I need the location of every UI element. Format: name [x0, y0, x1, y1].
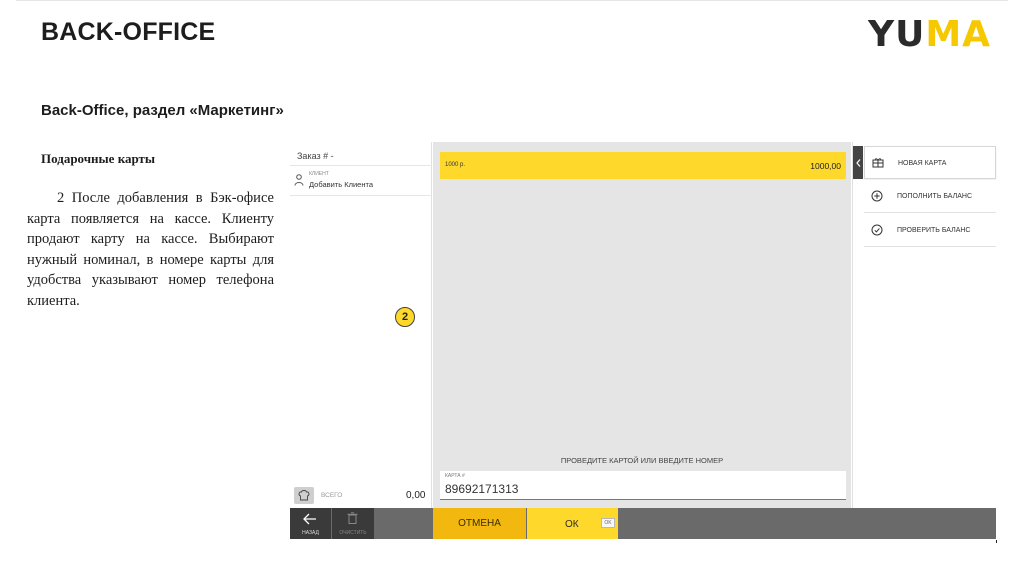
edge-mark — [996, 540, 997, 543]
card-number-input[interactable] — [445, 482, 835, 496]
clear-button[interactable]: ОЧИСТИТЬ — [332, 508, 374, 539]
ok-button[interactable]: ОК OK — [527, 508, 618, 539]
logo-part-dark: YU — [868, 14, 926, 55]
total-value: 0,00 — [406, 490, 426, 501]
slide-title: BACK-OFFICE — [41, 18, 216, 46]
menu-label: НОВАЯ КАРТА — [898, 160, 947, 167]
clear-label: ОЧИСТИТЬ — [339, 530, 367, 536]
menu-label: ПОПОЛНИТЬ БАЛАНС — [897, 193, 973, 200]
card-number-caption: КАРТА # — [445, 473, 465, 479]
arrow-left-icon — [303, 513, 316, 525]
person-icon — [294, 174, 304, 186]
gift-card-panel: 1000 р. 1000,00 ПРОВЕДИТЕ КАРТОЙ ИЛИ ВВЕ… — [433, 142, 851, 508]
add-client-button[interactable]: КЛИЕНТ Добавить Клиента — [290, 168, 432, 194]
menu-check-balance[interactable]: ПРОВЕРИТЬ БАЛАНС — [864, 214, 996, 247]
chef-hat-icon[interactable] — [294, 487, 314, 504]
order-title: Заказ # - — [297, 151, 334, 161]
chevron-left-icon — [855, 158, 860, 167]
menu-label: ПРОВЕРИТЬ БАЛАНС — [897, 227, 971, 234]
bottom-toolbar: НАЗАД ОЧИСТИТЬ ОТМЕНА ОК OK — [290, 508, 996, 539]
top-divider — [16, 0, 1008, 1]
total-label: ВСЕГО — [321, 492, 343, 499]
gift-card-name: 1000 р. — [445, 162, 466, 168]
yuma-logo: YUMA — [868, 14, 991, 55]
gift-card-icon — [872, 158, 884, 168]
cancel-button[interactable]: ОТМЕНА — [433, 508, 526, 539]
menu-new-card[interactable]: НОВАЯ КАРТА — [864, 146, 996, 179]
gift-card-item[interactable]: 1000 р. 1000,00 — [440, 152, 846, 179]
divider — [290, 165, 432, 166]
plus-circle-icon — [871, 190, 883, 202]
collapse-tab[interactable] — [853, 146, 863, 179]
back-button[interactable]: НАЗАД — [290, 508, 331, 539]
menu-top-up-balance[interactable]: ПОПОЛНИТЬ БАЛАНС — [864, 180, 996, 213]
check-balance-icon — [871, 224, 883, 236]
section-heading: Back-Office, раздел «Маркетинг» — [41, 102, 284, 119]
ok-label: ОК — [565, 519, 579, 530]
pos-screen: Заказ # - КЛИЕНТ Добавить Клиента ВСЕГО … — [290, 142, 996, 539]
back-label: НАЗАД — [302, 530, 319, 536]
ok-key-hint: OK — [601, 518, 615, 528]
divider — [290, 195, 432, 196]
chef-hat-glyph — [298, 490, 310, 501]
gift-card-amount: 1000,00 — [810, 161, 841, 171]
step-marker: 2 — [395, 307, 415, 327]
client-caption: КЛИЕНТ — [309, 171, 329, 177]
add-client-label: Добавить Клиента — [309, 180, 373, 189]
swipe-prompt: ПРОВЕДИТЕ КАРТОЙ ИЛИ ВВЕДИТЕ НОМЕР — [560, 456, 724, 465]
body-paragraph: 2 После добавления в Бэк-офисе карта поя… — [27, 190, 274, 309]
trash-icon — [347, 512, 358, 524]
subheading: Подарочные карты — [41, 151, 156, 166]
card-number-field[interactable]: КАРТА # — [440, 471, 846, 500]
actions-panel: НОВАЯ КАРТА ПОПОЛНИТЬ БАЛАНС ПРОВЕРИТЬ Б… — [852, 142, 996, 508]
logo-part-gold: MA — [925, 14, 991, 55]
